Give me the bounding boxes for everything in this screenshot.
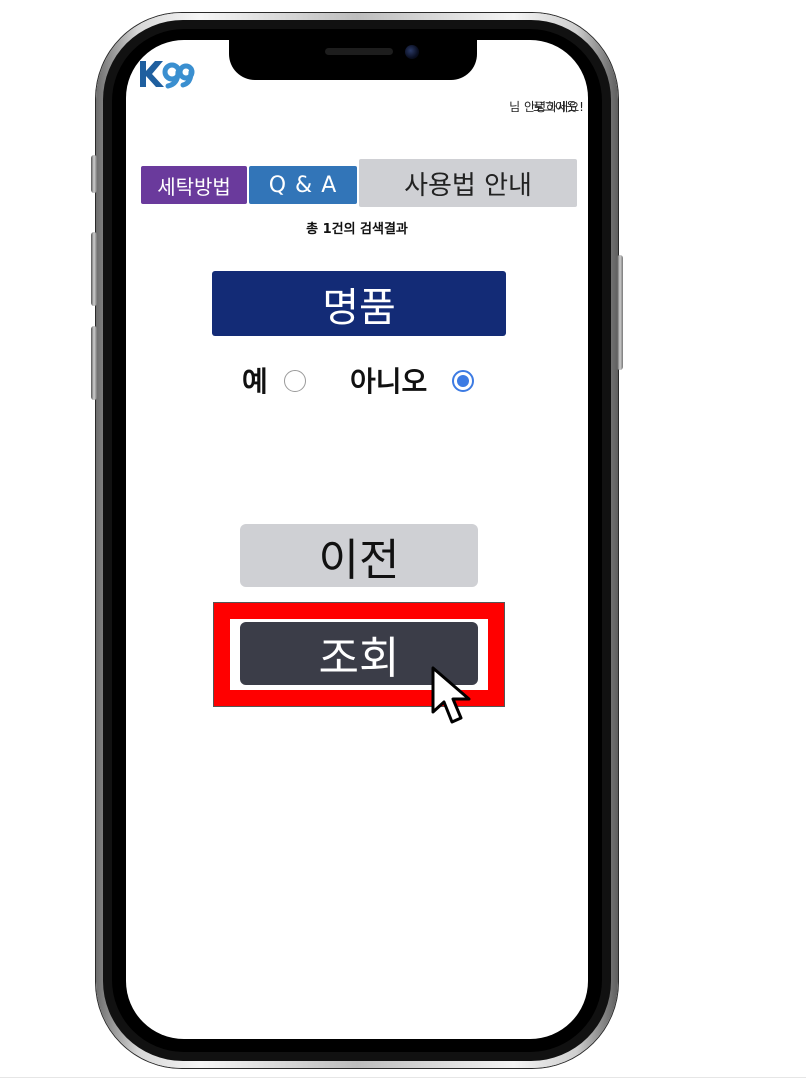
front-camera bbox=[405, 45, 419, 59]
prev-button[interactable]: 이전 bbox=[240, 524, 478, 587]
volume-up-button bbox=[91, 232, 97, 306]
power-button bbox=[617, 255, 623, 370]
mouse-pointer-icon bbox=[431, 666, 471, 724]
k99-logo[interactable] bbox=[137, 56, 195, 92]
logout-link[interactable]: 로그아웃 bbox=[533, 98, 577, 115]
option-no-radio[interactable] bbox=[452, 370, 474, 392]
page: 님 안녕하세요! 로그아웃 세탁방법 Q & A 사용법 안내 총 1건의 검색… bbox=[0, 0, 806, 1080]
luxury-option-group: 예 아니오 bbox=[126, 362, 588, 402]
earpiece-speaker bbox=[325, 48, 393, 55]
logo-icon bbox=[140, 61, 195, 89]
phone-notch bbox=[229, 38, 477, 80]
option-no-label: 아니오 bbox=[350, 365, 428, 398]
volume-down-button bbox=[91, 326, 97, 400]
option-yes-radio[interactable] bbox=[284, 370, 306, 392]
tab-qa[interactable]: Q & A bbox=[249, 166, 357, 204]
silent-switch bbox=[91, 155, 97, 193]
category-title: 명품 bbox=[212, 271, 506, 336]
tab-wash-method[interactable]: 세탁방법 bbox=[141, 166, 247, 204]
tab-usage-guide[interactable]: 사용법 안내 bbox=[359, 159, 577, 207]
bottom-divider bbox=[0, 1077, 806, 1078]
option-yes-label: 예 bbox=[242, 365, 268, 398]
result-count: 총 1건의 검색결과 bbox=[306, 222, 408, 237]
